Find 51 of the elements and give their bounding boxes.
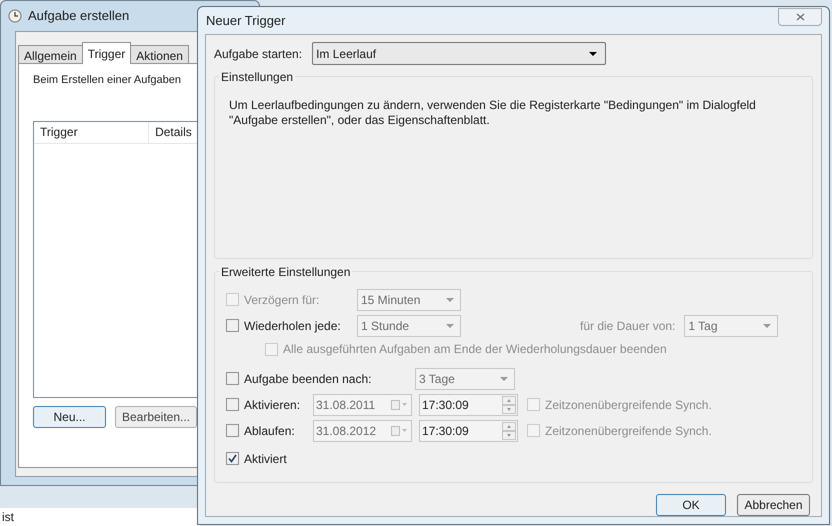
option-label: Zeitzonenübergreifende Synch. [545,396,712,414]
option-label: Aktivieren: [244,396,302,414]
caret-icon [763,324,772,328]
spinner-icon [502,396,516,414]
dialog-title: Neuer Trigger [205,12,286,30]
dropdown[interactable]: 3 Tage [415,368,515,390]
spinner-icon [502,422,516,440]
caret-icon [500,376,508,380]
background-text: ist [2,510,14,524]
option-label: Wiederholen jede: [244,318,342,334]
window-title: Aufgabe erstellen [28,7,130,26]
option-label: Verzögern für: [244,292,320,308]
option-label: Ablaufen: [244,422,296,440]
calendar-icon [391,426,407,436]
checkbox[interactable] [226,319,239,332]
column-header[interactable]: Trigger [34,122,150,142]
option-label: für die Dauer von: [580,318,676,334]
time-field[interactable]: 17:30:09 [419,394,518,416]
close-icon [796,12,804,20]
button[interactable]: Bearbeiten... [115,406,197,428]
tab[interactable]: Aktionen [130,45,189,64]
option-label: Zeitzonenübergreifende Synch. [545,422,712,440]
checkbox[interactable] [226,398,239,411]
checkbox[interactable] [527,398,540,411]
option-label: Aufgabe beenden nach: [244,370,372,388]
button[interactable]: Abbrechen [737,494,810,516]
option-label: Alle ausgeführten Aufgaben am Ende der Wiederholungsdauer beenden [283,341,667,358]
dropdown[interactable]: 1 Tag [684,314,778,336]
button[interactable]: Neu... [33,406,106,428]
checkbox[interactable] [527,424,540,437]
checkbox[interactable] [226,424,239,437]
caret-icon [589,52,598,56]
calendar-icon [391,400,407,410]
settings-text: Um Leerlaufbedingungen zu ändern, verwenden Sie die Registerkarte "Bedingungen" im Dialogfeld "Aufgabe erstellen", oder das Eigenschaftenblatt. [229,97,757,128]
checkbox[interactable] [226,372,239,385]
caret-icon [446,298,454,302]
option-label: Aktiviert [244,450,287,468]
dropdown[interactable]: 1 Stunde [357,314,461,336]
checkmark-icon [228,454,237,463]
close-button[interactable] [778,8,822,26]
clock-icon [8,9,22,23]
tab[interactable]: Trigger [82,42,132,64]
dropdown[interactable]: Im Leerlauf [312,42,606,65]
date-field[interactable]: 31.08.2011 [313,394,412,416]
tab[interactable]: Allgemein [18,45,83,64]
time-field[interactable]: 17:30:09 [419,420,518,442]
button[interactable]: OK [656,494,726,516]
field-label: Aufgabe starten: [214,46,302,62]
date-field[interactable]: 31.08.2012 [313,420,412,442]
checkbox[interactable] [226,452,239,465]
caret-icon [446,324,454,328]
